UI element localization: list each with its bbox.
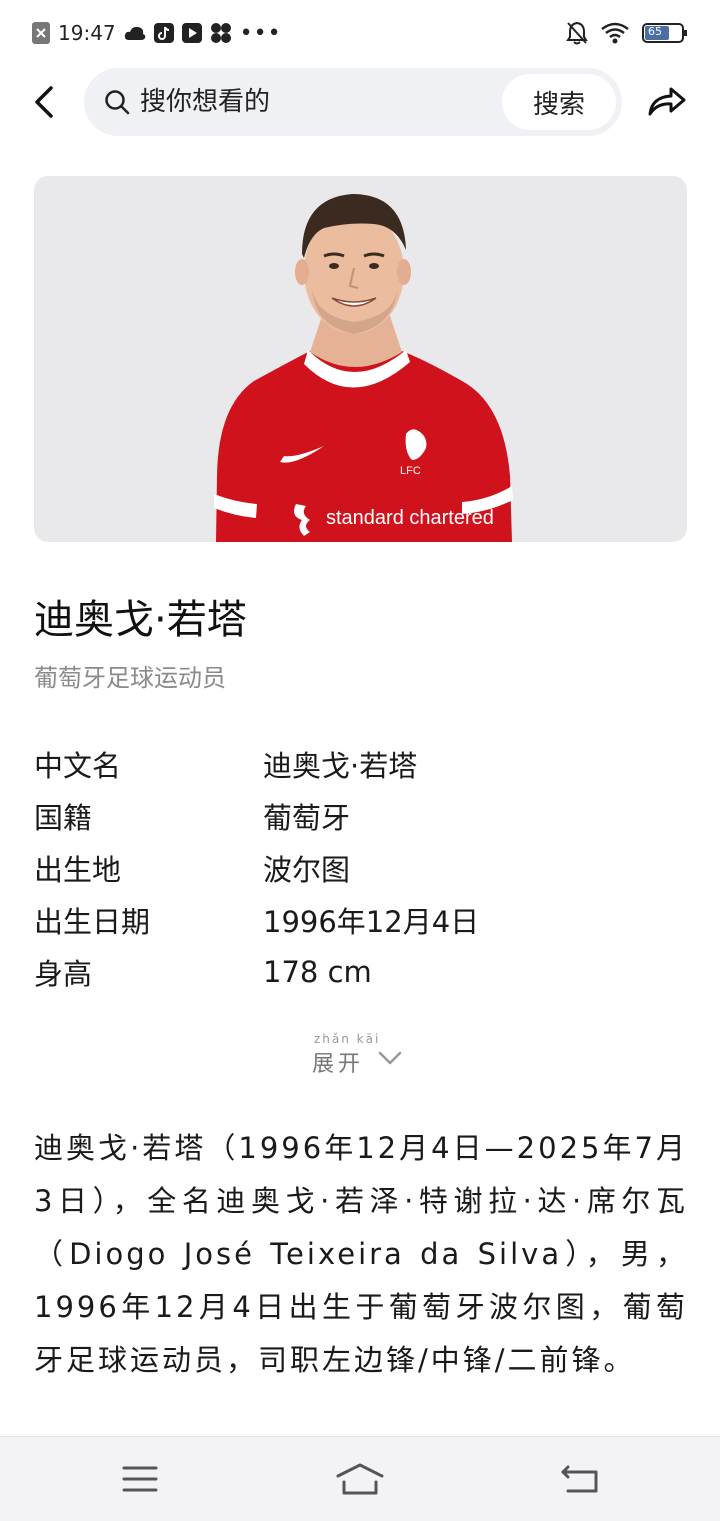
expand-button[interactable]: zhǎn kāi 展开 (312, 1032, 402, 1078)
back-button[interactable] (22, 80, 66, 124)
info-value: 迪奥戈·若塔 (263, 749, 418, 783)
crest-label: LFC (400, 465, 421, 477)
more-dots-icon: ••• (239, 20, 282, 46)
info-key: 出生地 (34, 853, 122, 887)
back-arrow-icon (35, 86, 53, 118)
info-row-nationality: 国籍 葡萄牙 (34, 790, 684, 842)
battery-icon: 65 (642, 22, 688, 44)
info-value: 178 cm (263, 955, 372, 989)
share-icon (648, 87, 686, 116)
info-row-birthplace: 出生地 波尔图 (34, 842, 684, 894)
summary-paragraph: 迪奥戈·若塔（1996年12月4日—2025年7月3日），全名迪奥戈·若泽·特谢… (34, 1131, 688, 1377)
player-photo: LFC standard chartered (34, 176, 687, 542)
info-value: 葡萄牙 (263, 801, 351, 835)
menu-button[interactable] (115, 1457, 165, 1501)
bell-muted-icon (566, 21, 588, 45)
search-header: 搜你想看的 搜索 (0, 66, 720, 140)
search-button[interactable]: 搜索 (502, 74, 616, 130)
info-key: 出生日期 (34, 905, 151, 939)
status-bar-right: 65 (566, 20, 688, 46)
expand-pinyin: zhǎn kāi (314, 1032, 381, 1046)
info-row-height: 身高 178 cm (34, 946, 684, 998)
home-button[interactable] (335, 1457, 385, 1501)
video-app-icon (181, 23, 202, 43)
tiktok-icon (153, 23, 174, 43)
info-key: 国籍 (34, 801, 93, 835)
status-time: 19:47 (58, 21, 116, 45)
info-value: 1996年12月4日 (263, 905, 480, 939)
cloud-icon (124, 24, 146, 42)
wifi-icon (600, 22, 630, 44)
expand-label: zhǎn kāi 展开 (312, 1032, 378, 1078)
info-row-birthdate: 出生日期 1996年12月4日 (34, 894, 684, 946)
menu-icon (122, 1466, 158, 1492)
battery-level: 65 (648, 25, 662, 38)
search-placeholder: 搜你想看的 (140, 87, 271, 117)
status-bar-left: 19:47 ••• (32, 20, 282, 46)
info-table: 中文名 迪奥戈·若塔 国籍 葡萄牙 出生地 波尔图 出生日期 1996年12月4… (34, 738, 684, 998)
info-key: 中文名 (34, 749, 122, 783)
page-title: 迪奥戈·若塔 (34, 597, 247, 643)
status-bar: 19:47 ••• 65 (0, 0, 720, 66)
share-button[interactable] (644, 80, 690, 124)
info-key: 身高 (34, 957, 93, 991)
page-subtitle: 葡萄牙足球运动员 (34, 664, 226, 692)
notification-app-icon (32, 22, 50, 44)
pinwheel-icon (210, 22, 232, 44)
sponsor-label: standard chartered (326, 507, 494, 529)
system-navigation-bar (0, 1436, 720, 1521)
return-icon (561, 1465, 598, 1493)
chevron-down-icon (378, 1051, 402, 1065)
search-input[interactable]: 搜你想看的 搜索 (84, 68, 622, 136)
home-icon (336, 1463, 384, 1495)
search-icon (105, 90, 130, 115)
info-value: 波尔图 (263, 853, 351, 887)
expand-text: 展开 (312, 1052, 365, 1077)
return-button[interactable] (555, 1457, 605, 1501)
info-row-chinese-name: 中文名 迪奥戈·若塔 (34, 738, 684, 790)
player-portrait-illustration: LFC standard chartered (214, 194, 513, 542)
